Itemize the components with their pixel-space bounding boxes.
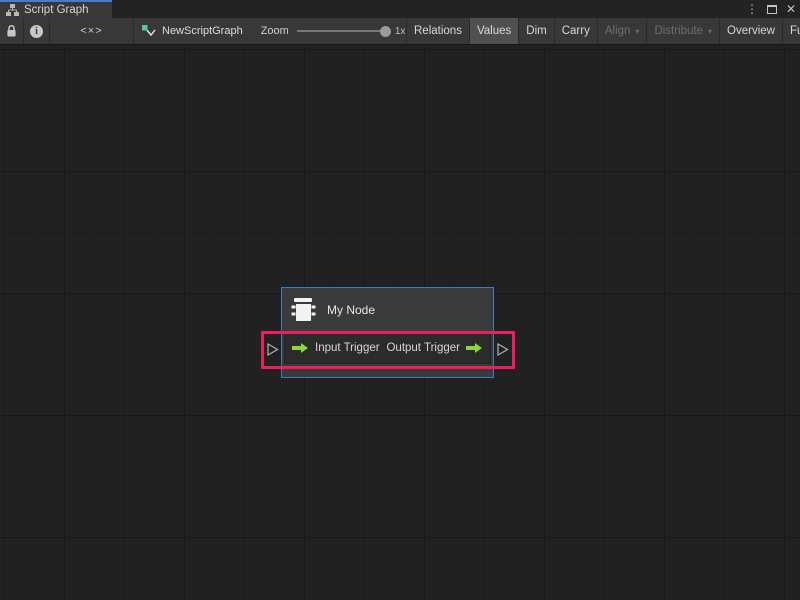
graph-hierarchy-icon [6,4,19,16]
chevron-down-icon: ▾ [635,27,639,36]
graph-toolbar: i <×> NewScriptGraph Zoom 1x Relat [0,18,800,45]
fullscreen-button[interactable]: Full Screen [783,18,800,44]
zoom-label: Zoom [261,25,289,37]
script-graph-window: Script Graph ⋮ ✕ i <×> [0,0,800,600]
align-dropdown[interactable]: Align ▾ [598,18,648,44]
node-header[interactable]: My Node [282,288,493,332]
tab-script-graph[interactable]: Script Graph [0,0,112,18]
dim-button[interactable]: Dim [519,18,554,44]
info-button[interactable]: i [24,18,50,44]
node-ports-row: Input Trigger Output Trigger [284,332,491,364]
unit-chip-icon [289,296,318,324]
lock-button[interactable] [0,18,24,44]
output-trigger-port[interactable]: Output Trigger [386,342,483,354]
tab-bar: Script Graph ⋮ ✕ [0,0,800,18]
node-title: My Node [327,303,375,317]
port-label: Input Trigger [315,342,380,354]
values-button[interactable]: Values [470,18,519,44]
window-controls: ⋮ ✕ [746,0,796,18]
close-icon[interactable]: ✕ [786,3,796,15]
maximize-icon[interactable] [767,5,777,14]
window-menu-icon[interactable]: ⋮ [746,3,758,15]
toolbar-button-group: Relations Values Dim Carry Align ▾ Distr… [406,18,800,44]
tab-title: Script Graph [24,4,89,16]
zoom-slider[interactable] [297,25,389,37]
port-label: Output Trigger [386,342,460,354]
graph-breadcrumb[interactable]: NewScriptGraph [142,18,243,44]
node-my-node[interactable]: My Node Input Trigger Output Trigger [281,287,494,378]
flow-arrow-icon[interactable] [466,342,483,354]
zoom-value: 1x [395,26,406,37]
distribute-dropdown[interactable]: Distribute ▾ [647,18,720,44]
flow-arrow-icon[interactable] [292,342,309,354]
input-connection-triangle-icon[interactable] [267,343,279,356]
carry-button[interactable]: Carry [555,18,598,44]
zoom-slider-knob[interactable] [380,26,391,37]
info-icon: i [30,25,43,38]
output-connection-triangle-icon[interactable] [497,343,509,356]
overview-button[interactable]: Overview [720,18,783,44]
zoom-slider-track[interactable] [297,30,389,32]
chevron-down-icon: ▾ [708,27,712,36]
zoom-control: Zoom 1x [261,18,406,44]
graph-name-label: NewScriptGraph [162,25,243,37]
lock-icon [5,24,18,38]
code-icon: <×> [80,25,102,37]
relations-button[interactable]: Relations [407,18,470,44]
input-trigger-port[interactable]: Input Trigger [292,342,380,354]
graph-inspector-button[interactable]: <×> [50,18,134,44]
graph-canvas[interactable]: My Node Input Trigger Output Trigger [0,45,800,600]
script-graph-asset-icon [142,25,156,38]
